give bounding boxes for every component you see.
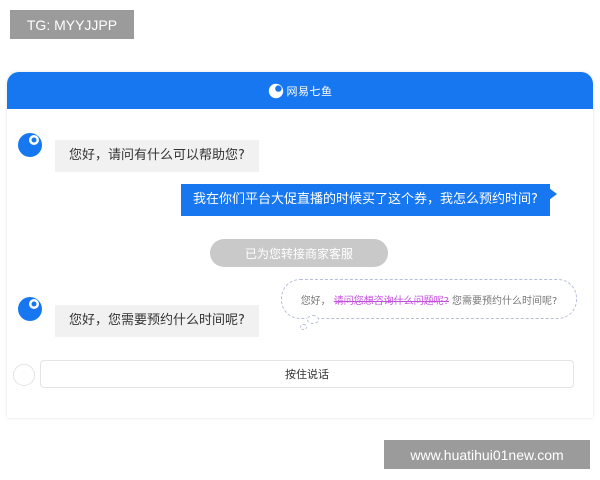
watermark-bottom: www.huatihui01new.com: [384, 440, 590, 469]
suggested-reply-cloud[interactable]: 您好， 请问您想咨询什么问题呢? 您需要预约什么时间呢?: [281, 279, 577, 319]
struck-suggestion: 请问您想咨询什么问题呢?: [333, 295, 449, 307]
header-title: 网易七鱼: [286, 84, 333, 98]
qiyu-logo-icon: [268, 83, 283, 98]
hold-to-talk-button[interactable]: 按住说话: [40, 360, 574, 388]
bot-avatar-icon: [18, 133, 42, 157]
chat-window: 网易七鱼 您好，请问有什么可以帮助您? 我在你们平台大促直播的时候买了这个券，我…: [7, 72, 593, 418]
suggestion-prefix: 您好，: [300, 295, 331, 307]
transfer-notice: 已为您转接商家客服: [210, 239, 388, 267]
chat-header: 网易七鱼: [7, 72, 593, 109]
agent-reply-bubble: 您好，您需要预约什么时间呢?: [55, 305, 259, 337]
mic-toggle-icon[interactable]: [13, 364, 35, 386]
thought-dot: [307, 315, 319, 324]
agent-avatar-icon: [18, 297, 42, 321]
thought-dot: [300, 324, 307, 330]
watermark-top: TG: MYYJJPP: [10, 10, 134, 39]
user-message-bubble: 我在你们平台大促直播的时候买了这个券，我怎么预约时间?: [181, 184, 557, 216]
bot-greeting-bubble: 您好，请问有什么可以帮助您?: [55, 140, 259, 172]
suggestion-text: 您需要预约什么时间呢?: [452, 295, 558, 307]
